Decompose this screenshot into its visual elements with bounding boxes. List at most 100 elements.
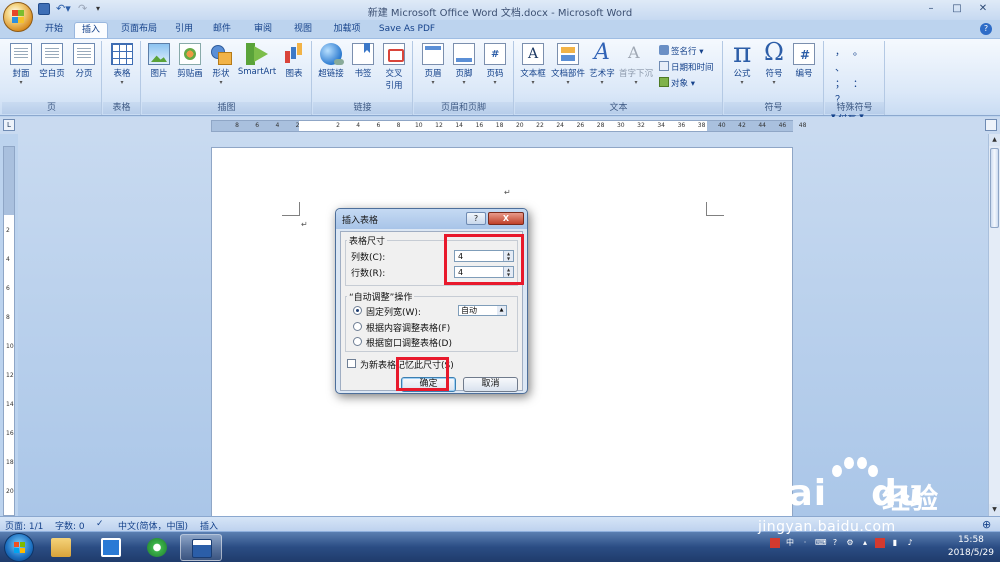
object-button[interactable]: 对象 ▾ xyxy=(659,77,695,89)
ruler-tick: 36 xyxy=(677,122,686,129)
view-ruler-button[interactable] xyxy=(985,119,997,131)
crop-mark-top-right xyxy=(706,202,724,216)
equation-button[interactable]: 公式 ▾ xyxy=(728,36,756,86)
browser-icon xyxy=(147,538,167,557)
table-size-legend: 表格尺寸 xyxy=(347,234,388,247)
page-break-button[interactable]: 分页 xyxy=(68,43,100,79)
quick-parts-button[interactable]: 文档部件 ▾ xyxy=(549,43,587,86)
horizontal-ruler[interactable]: 8 6 4 2 2 4 6 8 10 12 14 16 18 20 22 24 26 28 30 32 34 36 38 40… xyxy=(211,120,806,132)
fixed-width-radio[interactable] xyxy=(353,306,362,315)
start-button[interactable] xyxy=(4,533,34,562)
signature-line-button[interactable]: 签名行 ▾ xyxy=(659,45,703,57)
help-icon[interactable]: ? xyxy=(980,23,992,35)
tray-settings-icon[interactable]: ⚙ xyxy=(845,538,855,548)
window-controls: – □ ✕ xyxy=(918,0,996,18)
hyperlink-icon xyxy=(320,43,344,65)
flag-tray-icon[interactable] xyxy=(875,538,885,548)
ruler-tick: 10 xyxy=(414,122,423,129)
tab-page-layout[interactable]: 页面布局 xyxy=(116,22,162,38)
drop-cap-icon xyxy=(625,43,647,65)
tab-addins[interactable]: 加载项 xyxy=(328,22,366,38)
footer-button[interactable]: 页脚 ▾ xyxy=(449,43,479,86)
dialog-title: 插入表格 xyxy=(342,216,379,226)
clock[interactable]: 15:58 2018/5/29 xyxy=(948,534,994,560)
taskbar-word[interactable] xyxy=(180,534,222,561)
header-button[interactable]: 页眉 ▾ xyxy=(418,43,448,86)
clock-date: 2018/5/29 xyxy=(947,548,994,558)
dialog-help-button[interactable]: ? xyxy=(466,212,486,225)
maximize-button[interactable]: □ xyxy=(944,0,970,18)
autofit-content-radio[interactable] xyxy=(353,322,362,331)
scroll-up-arrow[interactable]: ▲ xyxy=(989,134,1000,146)
remember-size-checkbox[interactable] xyxy=(347,359,356,368)
signal-icon[interactable]: ▮ xyxy=(890,538,900,548)
ruler-tick: 6 xyxy=(376,122,381,129)
smartart-icon xyxy=(246,43,268,65)
picture-button[interactable]: 图片 xyxy=(146,43,172,79)
shapes-button[interactable]: 形状 ▾ xyxy=(208,43,234,86)
tray-dot-icon[interactable]: · xyxy=(800,538,810,548)
office-button[interactable] xyxy=(3,2,33,32)
hyperlink-button[interactable]: 超链接 xyxy=(315,43,347,79)
group-label-text: 文本 xyxy=(515,102,722,114)
ime-indicator[interactable]: 中 xyxy=(785,538,795,548)
chart-button[interactable]: 图表 xyxy=(280,43,308,79)
zoom-in-icon[interactable]: ⊕ xyxy=(982,518,991,531)
wordart-button[interactable]: 艺术字 ▾ xyxy=(587,40,617,86)
cover-page-button[interactable]: 封面 ▾ xyxy=(6,43,36,86)
bookmark-button[interactable]: 书签 xyxy=(349,43,377,79)
cancel-button[interactable]: 取消 xyxy=(463,377,518,392)
tab-save-as-pdf[interactable]: Save As PDF xyxy=(375,22,439,38)
tab-home[interactable]: 开始 xyxy=(38,22,70,38)
symbol-button[interactable]: 符号 ▾ xyxy=(760,38,788,86)
scroll-thumb[interactable] xyxy=(990,148,999,228)
tab-insert[interactable]: 插入 xyxy=(74,22,108,38)
special-comma[interactable]: ， xyxy=(831,45,849,61)
footer-label: 页脚 xyxy=(455,69,473,79)
tab-view[interactable]: 视图 xyxy=(287,22,319,38)
combo-arrow-icon[interactable]: ▲ xyxy=(497,306,506,315)
tab-mailings[interactable]: 邮件 xyxy=(206,22,238,38)
autofit-legend: “自动调整”操作 xyxy=(347,290,415,303)
number-button[interactable]: 编号 xyxy=(790,43,818,79)
taskbar-explorer[interactable] xyxy=(40,534,82,561)
date-time-button[interactable]: 日期和时间 xyxy=(659,61,714,73)
dialog-close-button[interactable]: X xyxy=(488,212,524,225)
special-period[interactable]: 。 xyxy=(849,45,867,61)
taskbar-browser[interactable] xyxy=(136,534,178,561)
page-number-button[interactable]: 页码 ▾ xyxy=(480,43,510,86)
special-colon[interactable]: ： xyxy=(849,77,867,93)
minimize-button[interactable]: – xyxy=(918,0,944,18)
vertical-scrollbar[interactable]: ▲ ▼ xyxy=(988,134,1000,516)
group-page: 封面 ▾ 空白页 分页 页 xyxy=(2,41,102,115)
keyboard-icon[interactable]: ⌨ xyxy=(815,538,827,548)
help-tray-icon[interactable]: ? xyxy=(830,538,840,548)
taskbar-app-blue[interactable] xyxy=(90,534,132,561)
proofing-icon[interactable]: ✓ xyxy=(96,519,104,529)
tray-up-arrow-icon[interactable]: ▴ xyxy=(860,538,870,548)
special-semicolon[interactable]: ； xyxy=(831,77,849,93)
tab-selector-button[interactable]: L xyxy=(3,119,15,131)
drop-cap-button[interactable]: 首字下沉 ▾ xyxy=(617,43,655,86)
tray-icon[interactable] xyxy=(770,538,780,548)
cross-reference-button[interactable]: 交叉 引用 xyxy=(379,43,409,91)
smartart-button[interactable]: SmartArt xyxy=(236,43,278,77)
autofit-window-radio[interactable] xyxy=(353,337,362,346)
tab-review[interactable]: 审阅 xyxy=(247,22,279,38)
scroll-down-arrow[interactable]: ▼ xyxy=(989,504,1000,516)
tab-references[interactable]: 引用 xyxy=(168,22,200,38)
table-button[interactable]: 表格 ▾ xyxy=(107,43,137,86)
fixed-width-combo[interactable]: 自动 ▲ xyxy=(458,305,507,316)
fixed-width-label: 固定列宽(W): xyxy=(366,308,421,318)
group-label-illustrations: 插图 xyxy=(142,102,311,114)
blank-page-button[interactable]: 空白页 xyxy=(36,43,68,79)
ruler-tick: 44 xyxy=(758,122,767,129)
special-enum-comma[interactable]: 、 xyxy=(831,61,849,77)
clipart-button[interactable]: 剪贴画 xyxy=(174,43,206,79)
volume-icon[interactable]: ♪ xyxy=(905,538,915,548)
textbox-button[interactable]: 文本框 ▾ xyxy=(517,43,549,86)
baidu-jingyan: 经验 xyxy=(882,482,939,515)
dialog-title-bar[interactable]: 插入表格 ? X xyxy=(336,209,527,229)
close-button[interactable]: ✕ xyxy=(970,0,996,18)
vertical-ruler[interactable]: 2 4 6 8 10 12 14 16 18 20 xyxy=(3,146,15,516)
